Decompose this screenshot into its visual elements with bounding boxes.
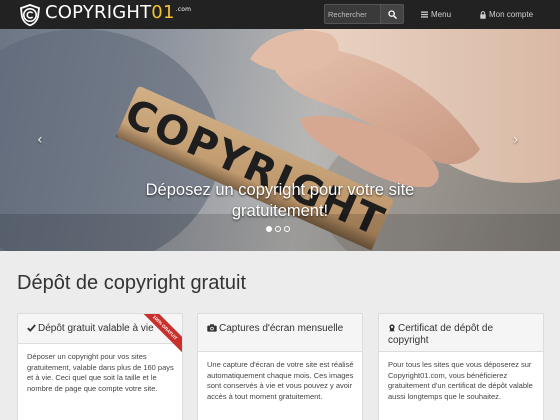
chevron-left-icon: ‹ xyxy=(37,132,43,148)
carousel-dot[interactable] xyxy=(266,226,272,232)
carousel-next-button[interactable]: › xyxy=(513,133,519,147)
feature-panel-free-deposit: Dépôt gratuit valable à vie Déposer un c… xyxy=(17,313,183,420)
panel-body: Déposer un copyright pour vos sites grat… xyxy=(27,352,174,393)
navbar: COPYRIGHT01.com Menu Mon compte xyxy=(0,0,560,29)
panel-heading: Certificat de dépôt de copyright xyxy=(379,314,543,352)
nav-menu-label: Menu xyxy=(431,10,452,19)
panel-body: Une capture d'écran de votre site est ré… xyxy=(207,360,354,401)
bars-icon xyxy=(421,11,428,18)
carousel-dot[interactable] xyxy=(284,226,290,232)
carousel-indicators xyxy=(266,226,290,232)
panel-title: Dépôt gratuit valable à vie xyxy=(38,323,154,334)
feature-panel-screenshots: Captures d'écran mensuelle Une capture d… xyxy=(197,313,363,420)
panel-body: Pour tous les sites que vous déposerez s… xyxy=(388,360,533,401)
brand-name-suffix: 01 xyxy=(151,2,175,23)
search-button[interactable] xyxy=(380,4,404,24)
hero-caption: Déposez un copyright pour votre site gra… xyxy=(145,181,415,220)
chevron-right-icon: › xyxy=(513,132,519,148)
page-title: Dépôt de copyright gratuit xyxy=(17,272,247,294)
carousel-prev-button[interactable]: ‹ xyxy=(37,133,43,147)
lock-icon xyxy=(480,10,486,19)
brand-logo[interactable]: COPYRIGHT01.com xyxy=(18,1,191,29)
nav-account[interactable]: Mon compte xyxy=(480,0,533,29)
nav-menu[interactable]: Menu xyxy=(421,0,451,29)
panel-title: Certificat de dépôt de copyright xyxy=(388,323,494,346)
nav-account-label: Mon compte xyxy=(489,10,534,19)
brand-name-prefix: COPYRIGHT xyxy=(45,2,152,23)
hero-carousel: COPYRIGHT Déposez un copyright pour votr… xyxy=(0,29,560,251)
carousel-dot[interactable] xyxy=(275,226,281,232)
brand-tld: .com xyxy=(175,6,192,13)
panel-heading: Captures d'écran mensuelle xyxy=(198,314,362,352)
certificate-icon xyxy=(389,324,395,332)
check-icon xyxy=(27,324,36,332)
search-form xyxy=(324,4,404,24)
panel-title: Captures d'écran mensuelle xyxy=(219,323,344,334)
camera-icon xyxy=(207,324,217,332)
search-input[interactable] xyxy=(324,4,380,24)
brand-name: COPYRIGHT01.com xyxy=(45,1,191,29)
feature-panel-certificate: Certificat de dépôt de copyright Pour to… xyxy=(378,313,544,420)
copyright-shield-icon xyxy=(20,4,40,27)
search-icon xyxy=(387,9,397,19)
